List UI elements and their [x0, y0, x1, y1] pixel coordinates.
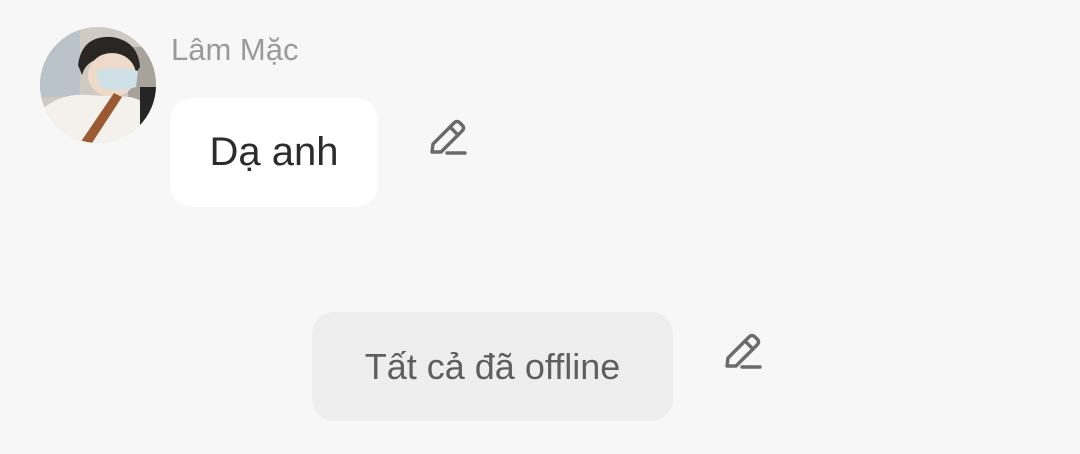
sender-avatar[interactable]	[40, 27, 156, 143]
system-notice: Tất cả đã offline	[312, 312, 673, 421]
edit-pencil-icon[interactable]	[426, 118, 470, 162]
sender-name: Lâm Mặc	[171, 32, 299, 67]
edit-pencil-icon[interactable]	[721, 332, 765, 376]
message-bubble[interactable]: Dạ anh	[170, 98, 378, 207]
avatar-photo	[40, 27, 156, 143]
